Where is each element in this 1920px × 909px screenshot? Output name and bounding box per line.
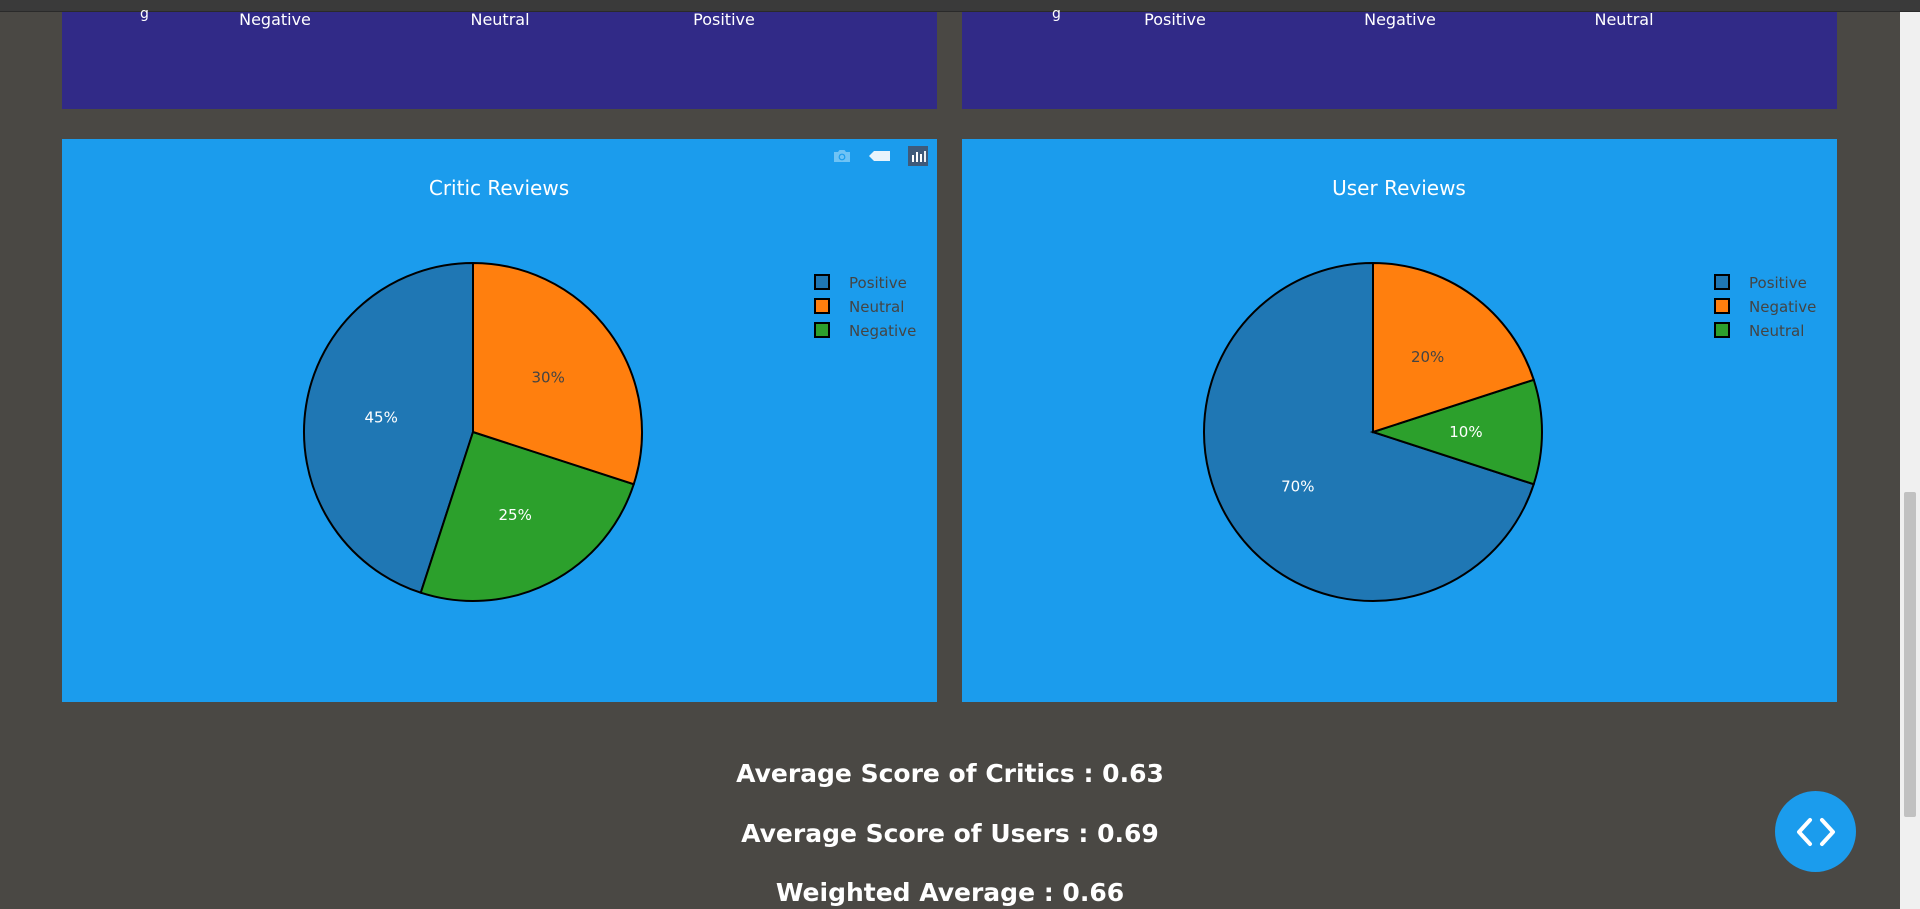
legend-swatch[interactable] (1714, 298, 1730, 314)
pie-slice-label: 25% (499, 506, 532, 524)
pie-slice-label: 30% (532, 368, 565, 386)
top-right-axis-label: Neutral (1594, 10, 1654, 29)
top-left-axis-label: Negative (239, 10, 311, 29)
legend-swatch[interactable] (1714, 322, 1730, 338)
weighted-average-score: Weighted Average : 0.66 (775, 878, 1125, 907)
top-left-axis-label: Neutral (470, 10, 530, 29)
legend-label[interactable]: Negative (849, 322, 916, 340)
pie-slice-label: 45% (365, 408, 398, 426)
top-chart-panel-right: g Positive Negative Neutral (962, 6, 1837, 109)
critics-average-score: Average Score of Critics : 0.63 (736, 759, 1164, 788)
legend-label[interactable]: Positive (1749, 274, 1807, 292)
user-reviews-chart: User Reviews 70% 10% 20% Positive Negative N… (962, 139, 1837, 702)
legend-label[interactable]: Neutral (849, 298, 904, 316)
cut-off-label: g (1052, 6, 1061, 22)
legend-label[interactable]: Negative (1749, 298, 1816, 316)
legend-label[interactable]: Neutral (1749, 322, 1804, 340)
pie-slice-label: 10% (1449, 423, 1482, 441)
critic-reviews-pie-svg: Critic Reviews 45% 25% 30% Positive Neutral… (302, 176, 916, 603)
top-left-axis-label: Positive (693, 10, 755, 29)
page-scrollbar[interactable] (1900, 12, 1920, 909)
legend-swatch[interactable] (1714, 274, 1730, 290)
pie-slice-label: 70% (1281, 478, 1314, 496)
scrollbar-thumb[interactable] (1904, 492, 1916, 817)
code-icon (1796, 817, 1835, 846)
legend-swatch[interactable] (814, 298, 830, 314)
pie-slice-label: 20% (1411, 348, 1444, 366)
top-right-axis-label: Negative (1364, 10, 1436, 29)
view-code-button[interactable] (1775, 791, 1856, 872)
top-chart-panel-left: g Negative Neutral Positive (62, 6, 937, 109)
user-reviews-pie-svg: User Reviews 70% 10% 20% Positive Negative N… (1203, 176, 1816, 602)
legend-swatch[interactable] (814, 322, 830, 338)
legend-swatch[interactable] (814, 274, 830, 290)
users-average-score: Average Score of Users : 0.69 (741, 819, 1159, 848)
top-right-axis-label: Positive (1144, 10, 1206, 29)
chart-title: Critic Reviews (429, 176, 569, 200)
legend-label[interactable]: Positive (849, 274, 907, 292)
chart-title: User Reviews (1332, 176, 1466, 200)
critic-reviews-chart: Critic Reviews 45% 25% 30% Positive Neutral… (62, 139, 937, 702)
cut-off-label: g (140, 6, 149, 22)
